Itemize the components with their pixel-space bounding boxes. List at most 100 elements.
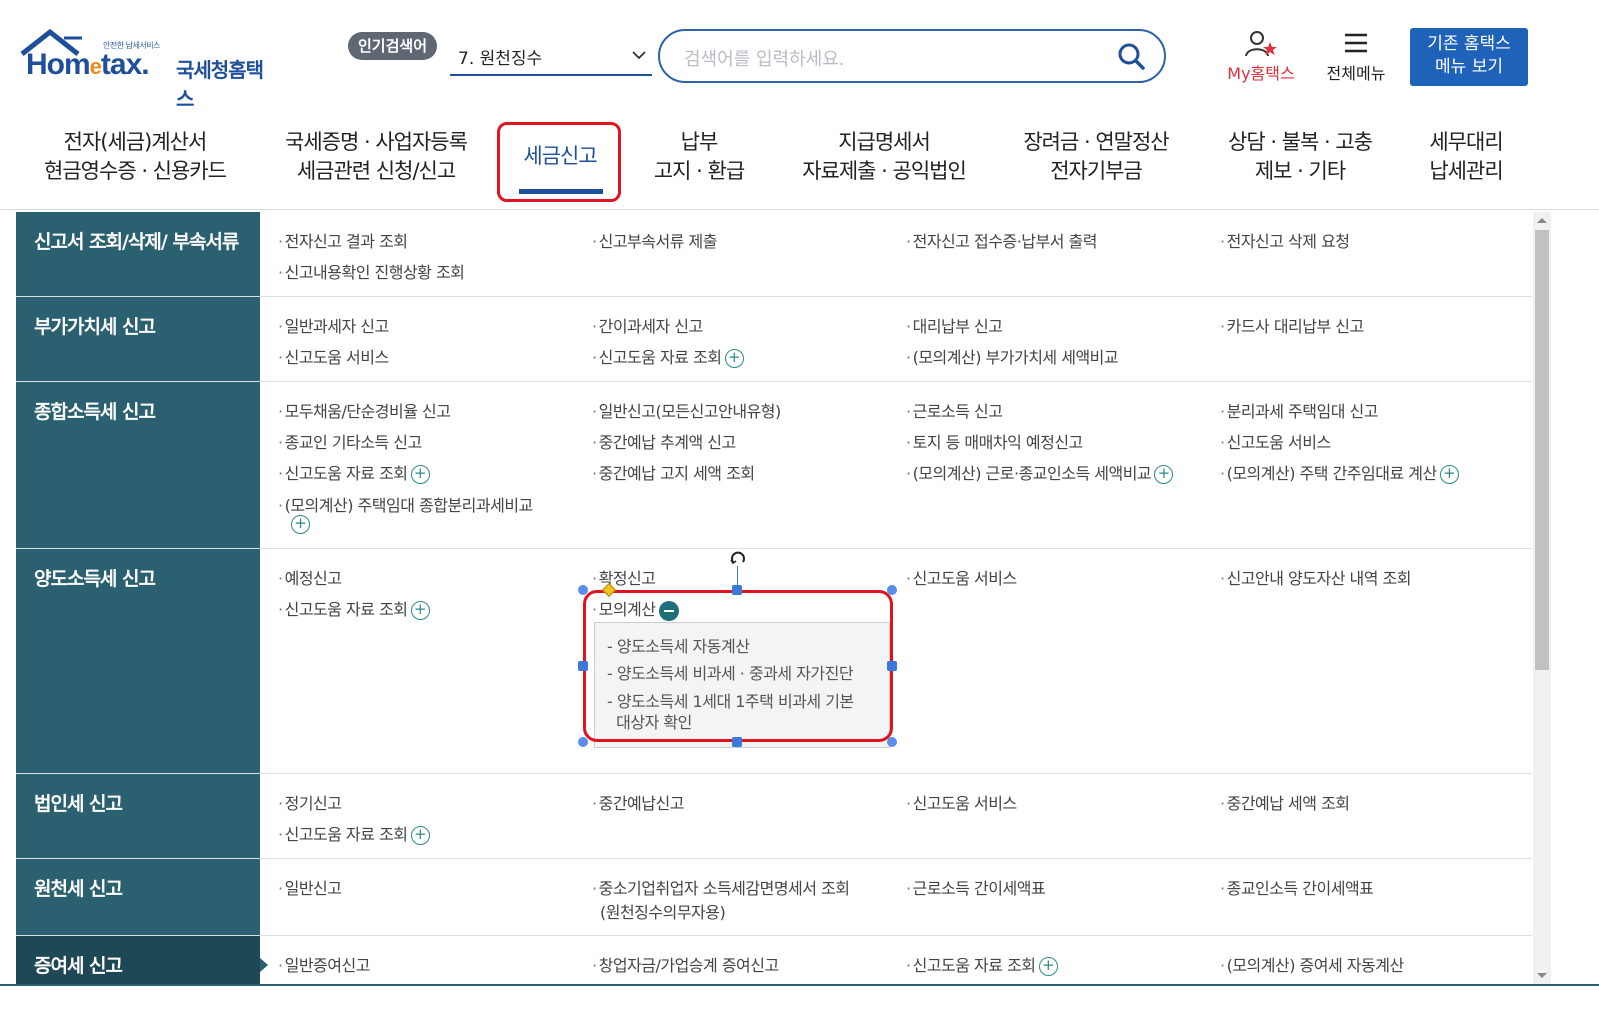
nav-tab-certificates[interactable]: 국세증명 · 사업자등록 세금관련 신청/신고 bbox=[272, 128, 480, 186]
rotate-icon[interactable] bbox=[729, 549, 747, 567]
resize-handle[interactable] bbox=[887, 661, 897, 671]
menu-link[interactable]: · (모의계산) 부가가치세 세액비교 bbox=[906, 344, 1119, 368]
nav-tab-consultation[interactable]: 상담 · 불복 · 고충 제보 · 기타 bbox=[1214, 128, 1386, 186]
category-label[interactable]: 부가가치세 신고 bbox=[16, 297, 260, 381]
search-icon[interactable] bbox=[1116, 41, 1146, 71]
menu-link[interactable]: · 분리과세 주택임대 신고 bbox=[1220, 398, 1378, 422]
scroll-up-icon[interactable] bbox=[1537, 218, 1547, 223]
menu-link[interactable]: · 근로소득 간이세액표 bbox=[906, 875, 1046, 899]
menu-link[interactable]: · 신고부속서류 제출 bbox=[592, 228, 717, 252]
nav-tab-label: 장려금 · 연말정산 bbox=[1023, 130, 1169, 154]
menu-link[interactable]: · 일반신고 bbox=[278, 875, 342, 899]
main-nav: 전자(세금)계산서 현금영수증 · 신용카드 국세증명 · 사업자등록 세금관련… bbox=[0, 110, 1599, 210]
resize-handle[interactable] bbox=[732, 737, 742, 747]
logo-brand: Hometax. bbox=[26, 48, 150, 81]
menu-link[interactable]: · (모의계산) 근로·종교인소득 세액비교 + bbox=[906, 460, 1174, 484]
expand-plus-icon[interactable]: + bbox=[1439, 465, 1459, 484]
menu-link[interactable]: · 토지 등 매매차익 예정신고 bbox=[906, 429, 1083, 453]
expand-plus-icon[interactable]: + bbox=[1038, 957, 1058, 976]
menu-link[interactable]: · 신고도움 자료 조회 + bbox=[278, 821, 430, 845]
menu-row-report-inquiry: 신고서 조회/삭제/ 부속서류 · 전자신고 결과 조회 · 신고부속서류 제출 ·… bbox=[16, 212, 1532, 297]
menu-link[interactable]: · 중간예납신고 bbox=[592, 790, 684, 814]
menu-link[interactable]: · 신고도움 서비스 bbox=[1220, 429, 1331, 453]
all-menu-button[interactable]: 전체메뉴 bbox=[1316, 30, 1396, 84]
nav-tab-e-invoice[interactable]: 전자(세금)계산서 현금영수증 · 신용카드 bbox=[30, 128, 240, 186]
menu-link[interactable]: · 신고도움 자료 조회 + bbox=[592, 344, 744, 368]
nav-tab-incentives[interactable]: 장려금 · 연말정산 전자기부금 bbox=[1010, 128, 1182, 186]
nav-tab-statements[interactable]: 지급명세서 자료제출 · 공익법인 bbox=[790, 128, 978, 186]
resize-handle[interactable] bbox=[578, 585, 588, 595]
menu-link[interactable]: · 종교인 기타소득 신고 bbox=[278, 429, 422, 453]
nav-tab-payment[interactable]: 납부 고지 · 환급 bbox=[640, 128, 758, 186]
scroll-down-icon[interactable] bbox=[1537, 973, 1547, 978]
menu-link[interactable]: · 신고도움 자료 조회 + bbox=[278, 596, 430, 620]
expand-plus-icon[interactable]: + bbox=[410, 826, 430, 845]
my-hometax-button[interactable]: My홈택스 bbox=[1218, 30, 1304, 84]
menu-link[interactable]: · 전자신고 결과 조회 bbox=[278, 228, 408, 252]
menu-link[interactable]: · 신고내용확인 진행상황 조회 bbox=[278, 259, 465, 283]
menu-link[interactable]: · 중간예납 세액 조회 bbox=[1220, 790, 1350, 814]
menu-link[interactable]: · 카드사 대리납부 신고 bbox=[1220, 313, 1364, 337]
menu-link[interactable]: · 일반신고(모든신고안내유형) bbox=[592, 398, 781, 422]
legacy-menu-line2: 메뉴 보기 bbox=[1435, 57, 1503, 77]
menu-link[interactable]: · 신고도움 자료 조회 + bbox=[906, 952, 1058, 976]
menu-link[interactable]: · 중간예납 추계액 신고 bbox=[592, 429, 736, 453]
all-menu-label: 전체메뉴 bbox=[1326, 64, 1386, 83]
popular-search-select[interactable]: 7. 원천징수 bbox=[450, 38, 652, 76]
menu-link[interactable]: · 신고안내 양도자산 내역 조회 bbox=[1220, 565, 1412, 589]
menu-link[interactable]: · 예정신고 bbox=[278, 565, 342, 589]
nav-tab-label: 지급명세서 bbox=[838, 130, 931, 154]
expand-plus-icon[interactable]: + bbox=[410, 465, 430, 484]
nav-tab-label: 자료제출 · 공익법인 bbox=[802, 159, 967, 183]
menu-link[interactable]: · 신고도움 서비스 bbox=[906, 790, 1017, 814]
menu-link[interactable]: · 정기신고 bbox=[278, 790, 342, 814]
nav-tab-label: 납부 bbox=[680, 130, 719, 154]
menu-link[interactable]: · 종교인소득 간이세액표 bbox=[1220, 875, 1374, 899]
category-label[interactable]: 증여세 신고 bbox=[16, 936, 260, 984]
menu-link[interactable]: · (모의계산) 주택 간주임대료 계산 + bbox=[1220, 460, 1459, 484]
menu-link[interactable]: · 모두채움/단순경비율 신고 bbox=[278, 398, 451, 422]
hamburger-menu-icon bbox=[1345, 33, 1367, 53]
menu-link-continuation[interactable]: (원천징수의무자용) bbox=[600, 899, 726, 923]
resize-handle[interactable] bbox=[732, 585, 742, 595]
menu-link[interactable]: · (모의계산) 증여세 자동계산 bbox=[1220, 952, 1404, 976]
category-label[interactable]: 원천세 신고 bbox=[16, 859, 260, 935]
nav-tab-label: 제보 · 기타 bbox=[1254, 159, 1346, 183]
nav-tab-tax-agent[interactable]: 세무대리 납세관리 bbox=[1418, 128, 1514, 186]
resize-handle[interactable] bbox=[578, 737, 588, 747]
menu-link[interactable]: · 근로소득 신고 bbox=[906, 398, 1003, 422]
my-hometax-label: My홈택스 bbox=[1227, 64, 1295, 83]
resize-handle[interactable] bbox=[578, 661, 588, 671]
menu-link[interactable]: · 창업자금/가업승계 증여신고 bbox=[592, 952, 779, 976]
category-label[interactable]: 법인세 신고 bbox=[16, 774, 260, 858]
category-label[interactable]: 신고서 조회/삭제/ 부속서류 bbox=[16, 212, 260, 296]
menu-link[interactable]: · 대리납부 신고 bbox=[906, 313, 1003, 337]
menu-row-gift-tax: 증여세 신고 · 일반증여신고 · 창업자금/가업승계 증여신고 · 신고도움 자료 … bbox=[16, 936, 1532, 984]
expand-plus-icon[interactable]: + bbox=[410, 601, 430, 620]
nav-tab-label: 전자(세금)계산서 bbox=[63, 130, 208, 154]
hometax-logo[interactable]: 안전한 납세서비스 Hometax. 국세청홈택스 bbox=[18, 28, 278, 111]
menu-link[interactable]: · 신고도움 자료 조회 + bbox=[278, 460, 430, 484]
category-label[interactable]: 종합소득세 신고 bbox=[16, 382, 260, 548]
expand-plus-icon[interactable]: + bbox=[291, 515, 310, 534]
resize-handle[interactable] bbox=[887, 585, 897, 595]
expand-plus-icon[interactable]: + bbox=[1154, 465, 1174, 484]
menu-link[interactable]: · 간이과세자 신고 bbox=[592, 313, 703, 337]
menu-link[interactable]: · 전자신고 삭제 요청 bbox=[1220, 228, 1350, 252]
expand-plus-icon[interactable]: + bbox=[724, 349, 744, 368]
menu-link[interactable]: · 일반증여신고 bbox=[278, 952, 370, 976]
menu-link[interactable]: · 신고도움 서비스 bbox=[906, 565, 1017, 589]
menu-link[interactable]: · (모의계산) 주택임대 종합분리과세비교 bbox=[278, 492, 533, 516]
menu-link[interactable]: · 중소기업취업자 소득세감면명세서 조회 bbox=[592, 875, 850, 899]
search-input[interactable]: 검색어를 입력하세요. bbox=[658, 29, 1166, 83]
vertical-scrollbar[interactable] bbox=[1533, 212, 1551, 984]
menu-link[interactable]: · 확정신고 bbox=[592, 565, 656, 589]
menu-link[interactable]: · 일반과세자 신고 bbox=[278, 313, 389, 337]
legacy-menu-button[interactable]: 기존 홈택스 메뉴 보기 bbox=[1410, 28, 1528, 86]
category-label[interactable]: 양도소득세 신고 bbox=[16, 549, 260, 773]
menu-link[interactable]: · 신고도움 서비스 bbox=[278, 344, 389, 368]
scrollbar-thumb[interactable] bbox=[1535, 230, 1549, 670]
menu-link[interactable]: · 중간예납 고지 세액 조회 bbox=[592, 460, 755, 484]
resize-handle[interactable] bbox=[887, 737, 897, 747]
menu-link[interactable]: · 전자신고 접수증·납부서 출력 bbox=[906, 228, 1098, 252]
